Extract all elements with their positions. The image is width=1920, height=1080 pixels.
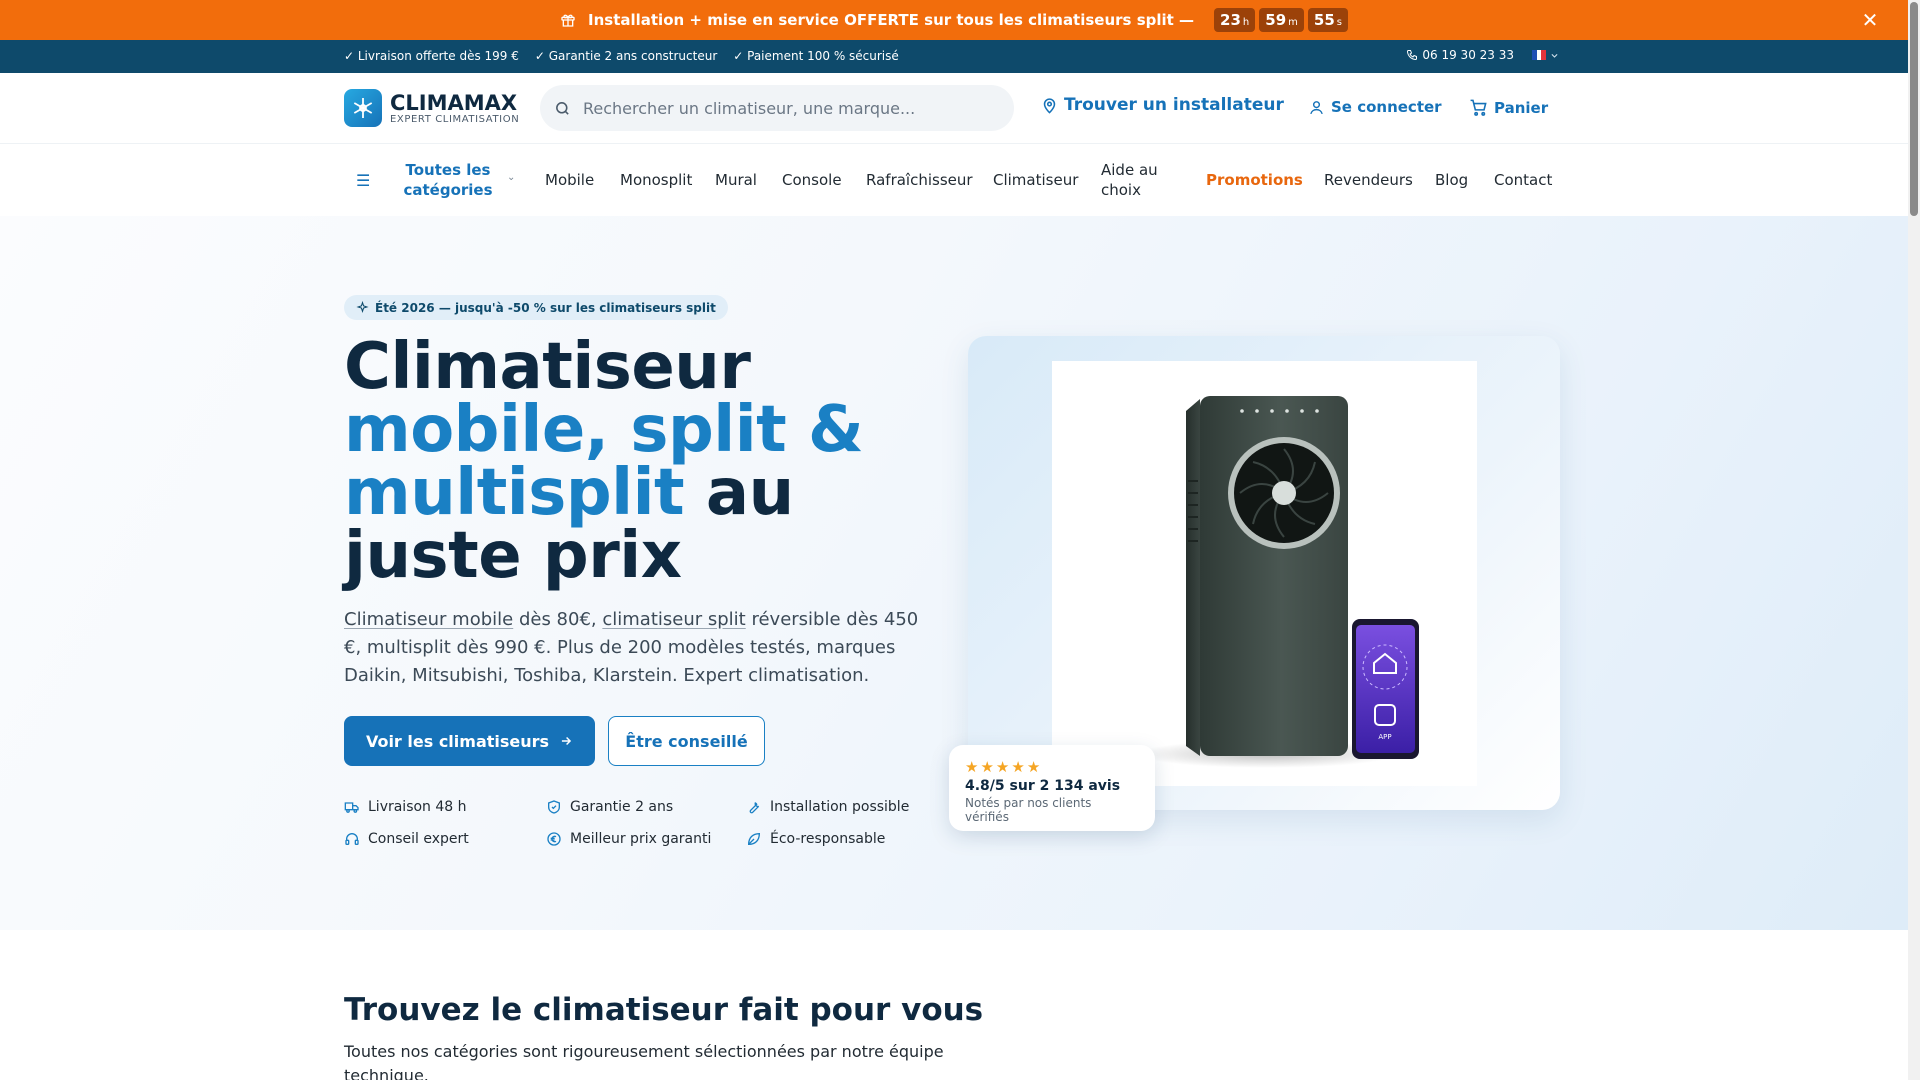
feature-eco: Éco-responsable	[746, 831, 885, 847]
season-badge-text: Été 2026 — jusqu'à -50 % sur les climati…	[375, 300, 716, 315]
logo[interactable]: CLIMAMAX EXPERT CLIMATISATION	[344, 89, 519, 127]
nav-item-console[interactable]: Console	[782, 171, 842, 189]
scrollbar-thumb[interactable]	[1910, 2, 1918, 216]
feature-warranty: Garantie 2 ans	[546, 799, 673, 815]
language-selector[interactable]	[1532, 50, 1559, 60]
nav-item-promotions[interactable]: Promotions	[1206, 171, 1303, 189]
cart-icon	[1470, 99, 1487, 116]
euro-badge-icon	[547, 832, 561, 846]
countdown: 23 h 59 m 55 s	[1214, 8, 1348, 32]
nav-item-revendeurs[interactable]: Revendeurs	[1324, 171, 1413, 189]
search-bar[interactable]	[540, 85, 1014, 131]
star-rating: ★ ★ ★ ★ ★	[965, 758, 1139, 776]
snowflake-logo-icon	[344, 89, 382, 127]
section-lead: Toutes nos catégories sont rigoureusemen…	[344, 1042, 944, 1080]
feature-delivery: Livraison 48 h	[344, 799, 467, 815]
find-installer-link[interactable]: Trouver un installateur	[1041, 95, 1284, 115]
login-label: Se connecter	[1331, 98, 1442, 116]
map-pin-icon	[1043, 97, 1056, 114]
nav-item-monosplit[interactable]: Monosplit	[620, 171, 692, 189]
feature-best-price: Meilleur prix garanti	[546, 831, 711, 847]
info-bar: ✓ Livraison offerte dès 199 € ✓ Garantie…	[0, 40, 1908, 73]
hero-title: Climatiseur mobile, split & multisplit a…	[344, 335, 904, 588]
lead-link-split[interactable]: climatiseur split	[602, 609, 745, 630]
user-icon	[1310, 100, 1323, 114]
feature-eco-label: Éco-responsable	[770, 831, 886, 847]
rating-score: 4.8/5 sur 2 134 avis	[965, 778, 1121, 794]
gift-icon	[561, 14, 575, 27]
feature-warranty-label: Garantie 2 ans	[570, 799, 674, 815]
close-icon[interactable]: ✕	[1860, 10, 1880, 30]
feature-advice: Conseil expert	[344, 831, 469, 847]
page-scrollbar[interactable]	[1908, 0, 1920, 1080]
nav-item-contact[interactable]: Contact	[1494, 171, 1552, 189]
shield-check-icon	[548, 800, 560, 814]
phone-app-label: APP	[1378, 733, 1391, 741]
promo-banner: Installation + mise en service OFFERTE s…	[0, 0, 1908, 40]
star-icon: ★	[1026, 758, 1041, 776]
countdown-hours: 23 h	[1214, 8, 1256, 32]
hero-lead: Climatiseur mobile dès 80€, climatiseur …	[344, 606, 924, 690]
search-icon	[556, 101, 569, 115]
nav-item-blog[interactable]: Blog	[1435, 171, 1468, 189]
info-shipping: ✓ Livraison offerte dès 199 €	[344, 49, 519, 63]
countdown-minutes: 59 m	[1259, 8, 1304, 32]
feature-delivery-label: Livraison 48 h	[368, 799, 467, 815]
rating-card: ★ ★ ★ ★ ★ 4.8/5 sur 2 134 avis Notés par nos…	[949, 745, 1155, 831]
feature-installation: Installation possible	[746, 799, 909, 815]
nav-all-categories[interactable]: Toutes les catégories	[393, 160, 503, 200]
chevron-down-icon	[1551, 53, 1558, 58]
cart-label: Panier	[1494, 98, 1549, 117]
hero-section: Été 2026 — jusqu'à -50 % sur les climati…	[0, 216, 1908, 930]
countdown-seconds: 55 s	[1307, 8, 1348, 32]
flag-fr-icon	[1532, 50, 1547, 60]
find-installer-label: Trouver un installateur	[1064, 95, 1284, 115]
arrow-right-icon	[561, 736, 572, 746]
menu-icon[interactable]: ☰	[356, 171, 370, 190]
site-header: CLIMAMAX EXPERT CLIMATISATION Trouver un…	[0, 73, 1908, 144]
leaf-icon	[747, 832, 761, 846]
headset-icon	[345, 833, 359, 845]
season-badge: Été 2026 — jusqu'à -50 % sur les climati…	[344, 295, 728, 320]
nav-item-rafraichisseur[interactable]: Rafraîchisseur	[866, 171, 973, 189]
get-advice-button[interactable]: Être conseillé	[608, 716, 765, 766]
star-icon: ★	[980, 758, 994, 776]
sparkle-icon	[356, 301, 369, 314]
star-icon: ★	[995, 758, 1010, 776]
info-warranty: ✓ Garantie 2 ans constructeur	[534, 49, 718, 63]
lead-text-1: dès 80€,	[513, 609, 603, 630]
search-input[interactable]	[583, 98, 983, 118]
lead-link-mobile[interactable]: Climatiseur mobile	[344, 609, 513, 630]
portable-ac-illustration: APP	[1137, 396, 1419, 768]
view-climatiseurs-label: Voir les climatiseurs	[365, 731, 550, 751]
chevron-down-icon: ⌄	[507, 172, 516, 183]
info-payment: ✓ Paiement 100 % sécurisé	[733, 49, 899, 63]
section-title: Trouvez le climatiseur fait pour vous	[344, 992, 984, 1028]
nav-item-aide-au-choix[interactable]: Aide au choix	[1101, 160, 1171, 200]
promo-text: Installation + mise en service OFFERTE s…	[588, 11, 1195, 29]
view-climatiseurs-button[interactable]: Voir les climatiseurs	[344, 716, 595, 766]
brand-name: CLIMAMAX	[390, 90, 518, 115]
cart-link[interactable]: Panier	[1469, 98, 1548, 117]
main-nav: ☰ Toutes les catégories ⌄ Mobile Monospl…	[0, 145, 1908, 215]
phone-link[interactable]: 06 19 30 23 33	[1406, 48, 1514, 62]
wrench-icon	[749, 802, 760, 814]
feature-installation-label: Installation possible	[770, 799, 910, 815]
product-image: APP	[1052, 361, 1477, 786]
truck-icon	[344, 802, 359, 813]
product-card: APP	[968, 336, 1560, 810]
feature-advice-label: Conseil expert	[368, 831, 469, 847]
nav-item-mural[interactable]: Mural	[715, 171, 757, 189]
brand-tagline: EXPERT CLIMATISATION	[390, 113, 520, 125]
feature-best-price-label: Meilleur prix garanti	[570, 831, 712, 847]
phone-icon	[1407, 50, 1418, 61]
login-link[interactable]: Se connecter	[1308, 98, 1442, 116]
star-icon: ★	[1011, 758, 1025, 776]
nav-item-climatiseur[interactable]: Climatiseur	[993, 171, 1078, 189]
nav-item-mobile[interactable]: Mobile	[545, 171, 594, 189]
star-icon: ★	[965, 758, 979, 776]
rating-note: Notés par nos clients vérifiés	[965, 796, 1092, 824]
phone-number: 06 19 30 23 33	[1422, 48, 1514, 62]
